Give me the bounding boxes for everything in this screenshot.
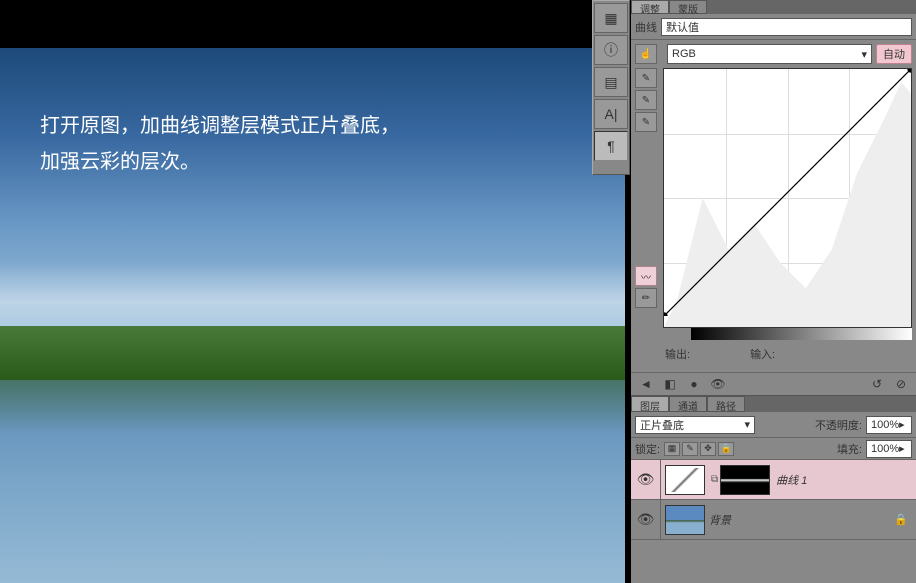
preset-dropdown[interactable]: 默认值 [661, 18, 912, 36]
layer-row[interactable]: 👁 背景 🔒 [631, 500, 916, 540]
input-label: 输入: [750, 346, 775, 362]
blend-mode-row: 正片叠底 ▾ 不透明度: 100%▸ [631, 412, 916, 438]
curves-graph[interactable] [663, 68, 912, 328]
reset-icon[interactable]: ↺ [868, 376, 886, 392]
curves-label: 曲线 [635, 19, 657, 35]
delete-icon[interactable]: ⊘ [892, 376, 910, 392]
canvas-area[interactable]: 打开原图，加曲线调整层模式正片叠底， 加强云彩的层次。 [0, 48, 625, 583]
adjustments-footer: ◄ ◧ ● 👁 ↺ ⊘ [631, 372, 916, 396]
adjustment-thumbnail[interactable] [665, 465, 705, 495]
lock-label: 锁定: [635, 441, 660, 457]
channel-dropdown[interactable]: RGB ▾ [667, 44, 872, 64]
fill-label: 填充: [837, 441, 862, 457]
chevron-down-icon: ▾ [744, 418, 750, 431]
input-gradient [691, 328, 912, 340]
layer-thumbnail[interactable] [665, 505, 705, 535]
target-adjust-icon[interactable]: ☝ [635, 44, 657, 64]
eyedropper-black-icon[interactable]: ✎ [635, 68, 657, 88]
tab-channels[interactable]: 通道 [669, 396, 707, 412]
curves-panel: ☝ RGB ▾ 自动 ✎ ✎ ✎ 〰 ✏ [631, 40, 916, 372]
link-icon[interactable]: ⧉ [711, 474, 718, 485]
document-image: 打开原图，加曲线调整层模式正片叠底， 加强云彩的层次。 [0, 48, 625, 583]
eyedropper-gray-icon[interactable]: ✎ [635, 90, 657, 110]
paragraph-icon[interactable]: ¶ [594, 131, 628, 161]
side-toolbar: ▦ ⓘ ▤ A| ¶ [592, 0, 630, 175]
tab-masks[interactable]: 蒙版 [669, 0, 707, 14]
swatches-icon[interactable]: ▤ [594, 67, 628, 97]
tab-adjustments[interactable]: 调整 [631, 0, 669, 14]
back-icon[interactable]: ◄ [637, 376, 655, 392]
curves-header: 曲线 默认值 [631, 14, 916, 40]
info-icon[interactable]: ⓘ [594, 35, 628, 65]
fill-input[interactable]: 100%▸ [866, 440, 912, 458]
histogram-icon[interactable]: ▦ [594, 3, 628, 33]
tab-paths[interactable]: 路径 [707, 396, 745, 412]
lock-icon: 🔒 [894, 513, 908, 526]
layer-name[interactable]: 曲线 1 [776, 472, 807, 488]
opacity-input[interactable]: 100%▸ [866, 416, 912, 434]
eye-icon[interactable]: 👁 [637, 471, 655, 488]
visibility-icon[interactable]: ● [685, 376, 703, 392]
chevron-down-icon: ▾ [861, 48, 867, 61]
eye-icon[interactable]: 👁 [637, 511, 655, 528]
tab-layers[interactable]: 图层 [631, 396, 669, 412]
lock-transparency-icon[interactable]: ▦ [664, 442, 680, 456]
pencil-tool-icon[interactable]: ✏ [635, 288, 657, 308]
character-icon[interactable]: A| [594, 99, 628, 129]
mask-thumbnail[interactable] [720, 465, 770, 495]
adjustments-tabs: 调整 蒙版 [631, 0, 916, 14]
eyedropper-white-icon[interactable]: ✎ [635, 112, 657, 132]
lock-position-icon[interactable]: ✥ [700, 442, 716, 456]
panels-area: 调整 蒙版 曲线 默认值 ☝ RGB ▾ 自动 ✎ ✎ ✎ 〰 [631, 0, 916, 583]
lock-row: 锁定: ▦ ✎ ✥ 🔒 填充: 100%▸ [631, 438, 916, 460]
output-label: 输出: [665, 346, 690, 362]
layer-row[interactable]: 👁 ⧉ 曲线 1 [631, 460, 916, 500]
clip-icon[interactable]: ◧ [661, 376, 679, 392]
overlay-text: 打开原图，加曲线调整层模式正片叠底， 加强云彩的层次。 [40, 108, 400, 180]
lock-all-icon[interactable]: 🔒 [718, 442, 734, 456]
auto-button[interactable]: 自动 [876, 44, 912, 64]
eye-icon[interactable]: 👁 [709, 376, 727, 392]
layers-tabs: 图层 通道 路径 [631, 396, 916, 412]
lock-pixels-icon[interactable]: ✎ [682, 442, 698, 456]
layer-name[interactable]: 背景 [709, 512, 731, 528]
curve-tool-icon[interactable]: 〰 [635, 266, 657, 286]
opacity-label: 不透明度: [815, 417, 862, 433]
layers-list: 👁 ⧉ 曲线 1 👁 背景 🔒 [631, 460, 916, 540]
blend-mode-dropdown[interactable]: 正片叠底 ▾ [635, 416, 755, 434]
